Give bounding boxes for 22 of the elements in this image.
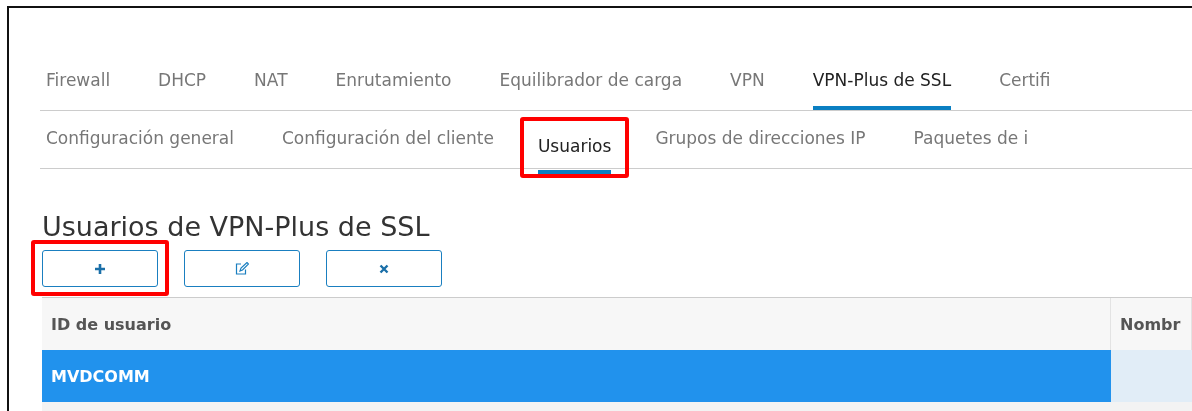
tab[interactable]: Paquetes de i — [913, 111, 1029, 168]
tab[interactable]: Usuarios — [537, 121, 612, 174]
tab[interactable]: VPN — [730, 54, 765, 110]
column-header[interactable]: ID de usuario — [42, 298, 1111, 350]
column-header[interactable]: Nombr — [1111, 298, 1192, 350]
tab[interactable]: Certifi — [999, 54, 1051, 110]
tab[interactable]: Enrutamiento — [335, 54, 452, 110]
plus-icon — [94, 262, 106, 275]
page-title: Usuarios de VPN-Plus de SSL — [42, 211, 431, 242]
tab[interactable]: NAT — [254, 54, 288, 110]
tab[interactable]: Firewall — [46, 54, 111, 110]
close-icon — [379, 263, 389, 274]
add-button[interactable] — [42, 250, 158, 287]
edit-button[interactable] — [184, 250, 300, 287]
delete-button[interactable] — [326, 250, 442, 287]
tab[interactable]: Configuración general — [46, 111, 234, 168]
tab[interactable]: Equilibrador de carga — [499, 54, 683, 110]
edit-icon — [235, 262, 249, 275]
tab[interactable]: VPN-Plus de SSL — [812, 54, 952, 110]
tab[interactable]: Grupos de direcciones IP — [655, 111, 866, 168]
tab[interactable]: Configuración del cliente — [282, 111, 494, 168]
tab[interactable]: DHCP — [158, 54, 207, 110]
